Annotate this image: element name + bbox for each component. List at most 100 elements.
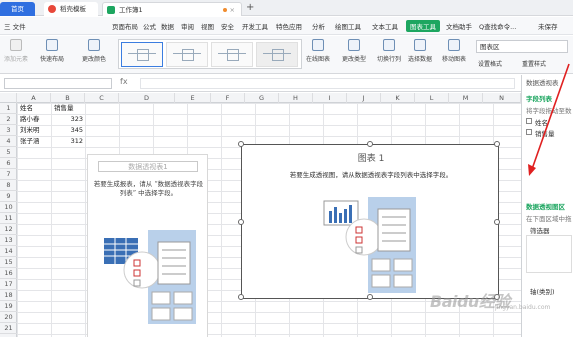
select-data-icon [414,39,426,51]
formula-input[interactable] [140,78,515,89]
select-data-button[interactable]: 选择数据 [408,39,432,63]
row-header-cell[interactable]: 12 [0,224,17,235]
col-header[interactable]: C [85,93,119,103]
col-header[interactable]: I [313,93,347,103]
col-header[interactable]: N [483,93,521,103]
resize-handle[interactable] [238,219,244,225]
menu-view[interactable]: 视图 [201,21,214,31]
switch-rowcol-button[interactable]: 切换行列 [377,39,401,63]
menu-analyze[interactable]: 分析 [312,21,325,31]
row-header-cell[interactable]: 21 [0,323,17,334]
column-header: A B C D E F G H I J K L M N [0,93,521,103]
quick-layout-button[interactable]: 快速布局 [40,39,64,63]
chart-style-1[interactable] [121,42,163,67]
fx-icon[interactable]: fx [120,77,128,86]
pivot-table-placeholder[interactable]: 数据透视表1 若要生成报表，请从 “数据透视表字段列表” 中选择字段。 [87,154,208,337]
row-header-cell[interactable]: 5 [0,147,17,158]
pivot-chart-illustration-icon [323,197,416,293]
add-element-button[interactable]: 添加元素 [4,39,28,63]
menu-features[interactable]: 特色应用 [276,21,302,31]
resize-handle[interactable] [238,294,244,300]
select-all-corner[interactable] [0,93,17,103]
row-header-cell[interactable]: 17 [0,279,17,290]
formula-bar: fx [0,75,521,92]
col-header[interactable]: J [347,93,381,103]
resize-handle[interactable] [494,219,500,225]
tab-workbook[interactable]: 工作簿1 × [102,2,242,16]
chart-element-select[interactable]: 图表区 [476,40,568,53]
col-header[interactable]: D [119,93,175,103]
cell-a4[interactable]: 张子涵 [20,136,40,147]
row-header-cell[interactable]: 3 [0,125,17,136]
tab-docer-label: 稻壳模板 [60,5,86,13]
menu-review[interactable]: 审阅 [181,21,194,31]
cell-a1[interactable]: 姓名 [20,103,33,114]
resize-handle[interactable] [238,141,244,147]
row-header-cell[interactable]: 9 [0,191,17,202]
row-header-cell[interactable]: 2 [0,114,17,125]
menu-data[interactable]: 数据 [161,21,174,31]
col-header[interactable]: A [17,93,51,103]
col-header[interactable]: L [415,93,449,103]
chart-style-3[interactable] [211,42,253,67]
chart-style-gallery[interactable] [118,39,302,69]
row-header-cell[interactable]: 18 [0,290,17,301]
cell-b4[interactable]: 312 [51,136,83,147]
change-type-button[interactable]: 更改类型 [342,39,366,63]
menu-file[interactable]: 三 文件 [4,21,26,31]
online-chart-button[interactable]: 在线图表 [306,39,330,63]
tab-home[interactable]: 首页 [0,2,35,16]
resize-handle[interactable] [367,294,373,300]
chart-style-4[interactable] [256,42,298,67]
row-header-cell[interactable]: 20 [0,312,17,323]
col-header[interactable]: M [449,93,483,103]
cell-b3[interactable]: 345 [51,125,83,136]
row-header-cell[interactable]: 14 [0,246,17,257]
col-header[interactable]: E [175,93,211,103]
pivot-chart[interactable]: 图表 1 若要生成透视图，请从数据透视表字段列表中选择字段。 [238,141,500,300]
menu-formula[interactable]: 公式 [143,21,156,31]
change-color-button[interactable]: 更改颜色 [82,39,106,63]
col-header[interactable]: G [245,93,279,103]
resize-handle[interactable] [367,141,373,147]
filter-drop-zone[interactable] [526,235,572,273]
col-header[interactable]: F [211,93,245,103]
resize-handle[interactable] [494,141,500,147]
row-header-cell[interactable]: 13 [0,235,17,246]
set-format-button[interactable]: 设置格式 [478,59,502,68]
move-chart-button[interactable]: 移动图表 [442,39,466,63]
col-header[interactable]: B [51,93,85,103]
row-header-cell[interactable]: 11 [0,213,17,224]
cell-b1[interactable]: 销售量 [54,103,74,114]
name-box[interactable] [4,78,112,89]
menu-drawing-tools[interactable]: 绘图工具 [335,21,361,31]
menu-developer[interactable]: 开发工具 [242,21,268,31]
row-header-cell[interactable]: 6 [0,158,17,169]
row-header-cell[interactable]: 10 [0,202,17,213]
row-header-cell[interactable]: 4 [0,136,17,147]
tab-docer[interactable]: 稻壳模板 [44,2,98,16]
new-tab-button[interactable]: + [246,2,254,13]
save-status[interactable]: 未保存 [538,21,558,31]
watermark-sub: jingyan.baidu.com [495,304,551,311]
row-header-cell[interactable]: 15 [0,257,17,268]
chart-style-2[interactable] [166,42,208,67]
row-header-cell[interactable]: 7 [0,169,17,180]
cell-b2[interactable]: 323 [51,114,83,125]
cell-a3[interactable]: 刘米明 [20,125,40,136]
col-header[interactable]: K [381,93,415,103]
chart-title[interactable]: 图表 1 [242,151,500,164]
search-command[interactable]: Q查找命令... [479,21,516,31]
row-header-cell[interactable]: 8 [0,180,17,191]
cell-a2[interactable]: 路小春 [20,114,40,125]
row-header-cell[interactable]: 1 [0,103,17,114]
menu-chart-tools[interactable]: 图表工具 [406,20,440,32]
row-header-cell[interactable]: 16 [0,268,17,279]
col-header[interactable]: H [279,93,313,103]
menu-page-layout[interactable]: 页面布局 [112,21,138,31]
menu-text-tools[interactable]: 文本工具 [372,21,398,31]
row-header-cell[interactable]: 19 [0,301,17,312]
menu-doc-helper[interactable]: 文档助手 [446,21,472,31]
menu-security[interactable]: 安全 [221,21,234,31]
close-tab-icon[interactable]: × [230,3,235,17]
